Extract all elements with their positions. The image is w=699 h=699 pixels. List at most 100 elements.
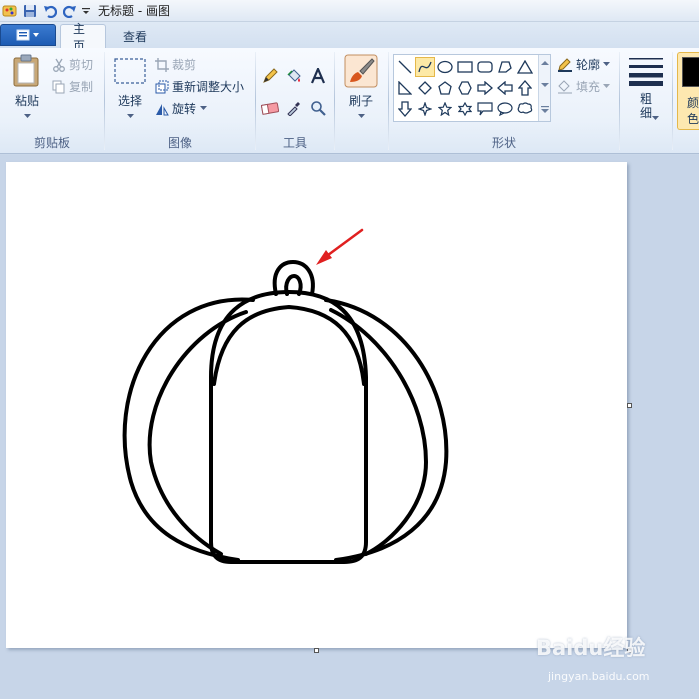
- tools-group: 工具: [256, 48, 334, 154]
- resize-button[interactable]: 重新调整大小: [155, 78, 244, 95]
- copy-button[interactable]: 复制: [52, 78, 93, 95]
- cut-button[interactable]: 剪切: [52, 56, 93, 73]
- right-triangle-icon: [398, 81, 412, 95]
- paint-app-icon[interactable]: [0, 1, 20, 21]
- clipboard-group: 粘贴 剪切 复制 剪贴板: [0, 48, 104, 154]
- watermark-logo: Baidu经验: [536, 636, 646, 660]
- chevron-down-icon: [603, 62, 611, 66]
- hexagon-icon: [458, 81, 472, 95]
- eraser-icon: [261, 102, 279, 115]
- shape-oval[interactable]: [435, 57, 455, 77]
- diamond-icon: [418, 81, 432, 95]
- resize-handle-right[interactable]: [627, 403, 632, 408]
- undo-icon[interactable]: [40, 1, 60, 21]
- chevron-down-icon: [127, 114, 134, 118]
- fill-button[interactable]: 填充: [557, 78, 613, 95]
- pencil-tool[interactable]: [260, 66, 280, 86]
- magnifier-tool[interactable]: [308, 98, 328, 118]
- oval-icon: [437, 60, 453, 74]
- scroll-down-icon[interactable]: [540, 81, 550, 89]
- select-button[interactable]: 选择: [111, 54, 149, 126]
- outer-right-petal: [324, 298, 449, 562]
- chevron-down-icon: [652, 116, 659, 120]
- shape-callout-cloud[interactable]: [515, 99, 535, 119]
- watermark-url: jingyan.baidu.com: [548, 670, 650, 683]
- copy-icon: [52, 80, 65, 93]
- chevron-down-icon: [603, 84, 611, 88]
- shape-rectangle[interactable]: [455, 57, 475, 77]
- shape-right-triangle[interactable]: [395, 78, 415, 98]
- crop-icon: [155, 57, 169, 72]
- shape-five-point-star[interactable]: [435, 99, 455, 119]
- shape-up-arrow[interactable]: [515, 78, 535, 98]
- ribbon-tab-row: 主页 查看: [0, 22, 699, 53]
- five-point-star-icon: [438, 102, 452, 116]
- expand-gallery-icon[interactable]: [540, 105, 550, 115]
- shape-six-point-star[interactable]: [455, 99, 475, 119]
- four-point-star-icon: [418, 102, 432, 116]
- callout-oval-icon: [497, 102, 513, 116]
- shape-left-arrow[interactable]: [495, 78, 515, 98]
- shape-callout-oval[interactable]: [495, 99, 515, 119]
- shape-line[interactable]: [395, 57, 415, 77]
- eraser-tool[interactable]: [260, 98, 280, 118]
- shape-four-point-star[interactable]: [415, 99, 435, 119]
- paint-menu-button[interactable]: [0, 24, 56, 46]
- cut-label: 剪切: [69, 58, 94, 72]
- rotate-button[interactable]: 旋转: [155, 100, 210, 117]
- brushes-group: 刷子: [335, 48, 387, 154]
- paste-button[interactable]: 粘贴: [8, 54, 46, 126]
- crop-label: 裁剪: [172, 58, 197, 72]
- tab-view[interactable]: 查看: [110, 24, 160, 48]
- tab-home[interactable]: 主页: [60, 22, 106, 53]
- chevron-down-icon: [24, 114, 31, 118]
- outer-left-petal: [122, 297, 255, 562]
- paint-bucket-icon: [287, 69, 301, 82]
- size-button[interactable]: 粗细: [624, 54, 668, 130]
- color1-button[interactable]: 颜色: [677, 52, 699, 130]
- pencil-icon: [263, 68, 278, 83]
- color-picker-tool[interactable]: [284, 98, 304, 118]
- inner-left-petal: [147, 310, 248, 556]
- clipboard-icon: [13, 54, 39, 87]
- group-divider: [672, 52, 673, 150]
- shapes-scrollbar[interactable]: [538, 55, 550, 121]
- rounded-rectangle-icon: [477, 61, 493, 73]
- shape-diamond[interactable]: [415, 78, 435, 98]
- ribbon: 粘贴 剪切 复制 剪贴板 选择 裁剪 重新调整大小 旋转 图像 工具 刷子 形状…: [0, 48, 699, 154]
- shape-pentagon[interactable]: [435, 78, 455, 98]
- shape-callout-rectangle[interactable]: [475, 99, 495, 119]
- customize-toolbar-icon[interactable]: [80, 1, 92, 21]
- brushes-button[interactable]: 刷子: [339, 54, 383, 126]
- color1-swatch: [682, 57, 699, 87]
- clipboard-group-label: 剪贴板: [33, 136, 70, 150]
- brushes-label: 刷子: [348, 94, 373, 108]
- line-icon: [398, 60, 412, 74]
- outline-button[interactable]: 轮廓: [557, 56, 613, 73]
- top-curve: [212, 305, 366, 386]
- fill-tool[interactable]: [284, 66, 304, 86]
- resize-icon: [155, 80, 169, 93]
- crop-button[interactable]: 裁剪: [155, 56, 196, 73]
- redo-icon[interactable]: [60, 1, 80, 21]
- shape-right-arrow[interactable]: [475, 78, 495, 98]
- shapes-group-label: 形状: [491, 136, 516, 150]
- shape-triangle[interactable]: [515, 57, 535, 77]
- shape-down-arrow[interactable]: [395, 99, 415, 119]
- resize-handle-bottom[interactable]: [314, 648, 319, 653]
- fill-bucket-icon: [558, 79, 572, 94]
- fill-label: 填充: [576, 80, 601, 94]
- shape-hexagon[interactable]: [455, 78, 475, 98]
- shape-rounded-rectangle[interactable]: [475, 57, 495, 77]
- inner-right-petal: [329, 308, 428, 556]
- resize-label: 重新调整大小: [172, 80, 245, 94]
- scroll-up-icon[interactable]: [540, 59, 550, 67]
- color1-label: 颜色: [686, 96, 699, 126]
- save-icon[interactable]: [20, 1, 40, 21]
- text-tool[interactable]: [308, 66, 328, 86]
- brush-icon: [344, 54, 378, 88]
- curve-icon: [418, 61, 432, 73]
- shape-polygon[interactable]: [495, 57, 515, 77]
- shape-curve[interactable]: [415, 57, 435, 77]
- canvas[interactable]: [6, 162, 627, 648]
